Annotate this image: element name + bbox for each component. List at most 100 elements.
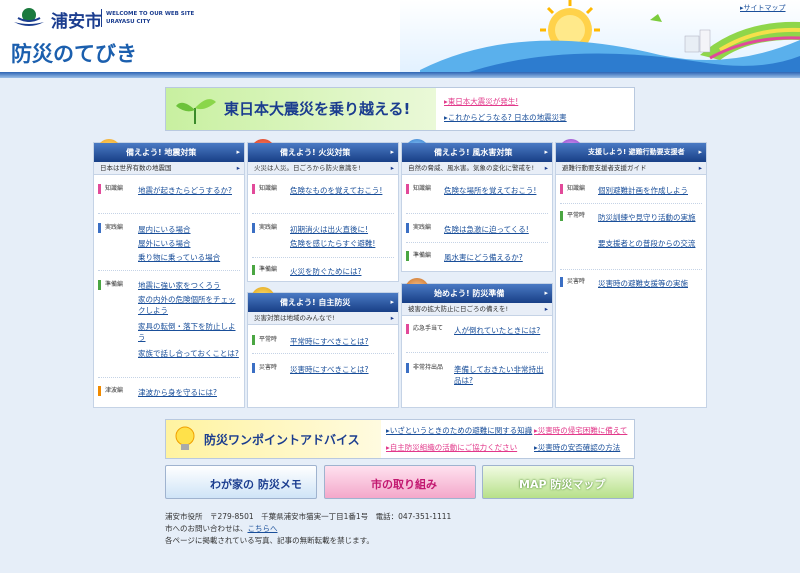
disaster-map-button[interactable]: MAP 防災マップ	[482, 465, 634, 499]
divider	[406, 242, 548, 243]
tag-practice: 実践編	[98, 223, 123, 233]
link-strong-house[interactable]: 地震に強い家をつくろう	[138, 280, 242, 291]
column-heading[interactable]: 備えよう! 自主防災	[248, 293, 398, 312]
link-community-cooperation[interactable]: ▸自主防災組織の活動にご協力ください	[386, 442, 517, 453]
link-vehicle[interactable]: 乗り物に乗っている場合	[138, 252, 220, 263]
link-furniture[interactable]: 家具の転倒・落下を防止しよう	[138, 321, 242, 343]
column-community-disaster-prevention: 備えよう! 自主防災 災害対策は地域のみんなで! 平常時 平常時にすべきことは?…	[247, 287, 399, 408]
column-subtitle[interactable]: 避難行動要支援者支援ガイド	[556, 162, 706, 175]
column-heading[interactable]: 始めよう! 防災準備	[402, 284, 552, 303]
map-label: MAP 防災マップ	[519, 478, 606, 491]
link-disaster-time[interactable]: 災害時にすべきことは?	[290, 364, 369, 375]
footer-address: 浦安市役所 〒279-8501 千葉県浦安市猫実一丁目1番1号 電話：047-3…	[165, 512, 452, 521]
divider	[406, 352, 548, 353]
memo-label: わが家の 防災メモ	[210, 478, 302, 491]
page-title: 防災のてびき	[11, 42, 137, 66]
column-heading[interactable]: 備えよう! 風水害対策	[402, 143, 552, 162]
column-disaster-preparation: 始めよう! 防災準備 被害の拡大防止に日ごろの備えを! 応急手当て 人が倒れてい…	[401, 278, 553, 408]
one-point-advice-banner[interactable]: 防災ワンポイントアドバイス ▸いざというときのための避難に関する知識 ▸災害時の…	[165, 419, 635, 459]
column-subtitle[interactable]: 被害の拡大防止に日ごろの備えを!	[402, 303, 552, 316]
great-east-japan-earthquake-banner[interactable]: 東日本大震災を乗り越える! ▸東日本大震災が発生! ▸これからどうなる? 日本の…	[165, 87, 635, 131]
banner-top-left: 東日本大震災を乗り越える!	[166, 88, 436, 130]
link-evacuation-knowledge[interactable]: ▸いざというときのための避難に関する知識	[386, 425, 532, 436]
column-heading[interactable]: 支援しよう! 避難行動要支援者	[556, 143, 706, 162]
tag-disaster-time: 災害時	[560, 277, 585, 287]
link-outdoors[interactable]: 屋外にいる場合	[138, 238, 191, 249]
disaster-memo-button[interactable]: わが家の 防災メモ	[165, 465, 317, 499]
divider	[252, 213, 394, 214]
divider	[560, 203, 702, 204]
divider	[98, 213, 240, 214]
footer-contact: 市へのお問い合わせは、こちらへ	[165, 524, 278, 533]
earthquake-occurred-link[interactable]: ▸東日本大震災が発生!	[444, 96, 518, 107]
tag-emergency-supplies: 非常持出品	[406, 363, 443, 373]
tag-normal-time: 平常時	[252, 335, 277, 345]
link-earthquake-what-to-do[interactable]: 地震が起きたらどうするか?	[138, 185, 242, 196]
city-logo-icon[interactable]	[12, 6, 46, 28]
contact-link[interactable]: こちらへ	[248, 524, 278, 533]
tag-first-aid: 応急手当て	[406, 324, 443, 334]
link-check-danger[interactable]: 家の内外の危険個所をチェックしよう	[138, 294, 242, 316]
link-emergency-supplies[interactable]: 準備しておきたい非常持出品は?	[454, 364, 550, 386]
tag-preparation: 準備編	[98, 280, 123, 290]
tag-knowledge: 知識編	[560, 184, 585, 194]
divider	[98, 377, 240, 378]
link-daily-interaction[interactable]: 要支援者との普段からの交流	[598, 238, 704, 249]
banner-mid-left: 防災ワンポイントアドバイス	[166, 420, 381, 458]
divider	[406, 213, 548, 214]
city-name[interactable]: 浦安市	[51, 7, 102, 32]
site-header: 浦安市 WELCOME TO OUR WEB SITE URAYASU CITY…	[0, 0, 800, 78]
link-storm-preparation[interactable]: 風水害にどう備えるか?	[444, 252, 523, 263]
link-normal-time[interactable]: 平常時にすべきことは?	[290, 336, 369, 347]
column-fire: 備えよう! 火災対策 火災は人災。日ごろから防火意識を! 知識編 危険なものを覚…	[247, 139, 399, 282]
advice-title: 防災ワンポイントアドバイス	[204, 433, 360, 447]
link-evacuate[interactable]: 危険を感じたらすぐ避難!	[290, 238, 375, 249]
tag-practice: 実践編	[406, 223, 431, 233]
divider	[252, 257, 394, 258]
welcome-text: WELCOME TO OUR WEB SITE URAYASU CITY	[106, 11, 195, 25]
city-initiatives-button[interactable]: 市の取り組み	[324, 465, 476, 499]
tag-preparation: 準備編	[406, 251, 431, 261]
link-dangerous-things[interactable]: 危険なものを覚えておこう!	[290, 185, 396, 196]
tag-preparation: 準備編	[252, 265, 277, 275]
link-individual-plan[interactable]: 個別避難計画を作成しよう	[598, 185, 704, 196]
link-dangerous-places[interactable]: 危険な場所を覚えておこう!	[444, 185, 550, 196]
tag-practice: 実践編	[252, 223, 277, 233]
link-stranded[interactable]: ▸災害時の帰宅困難に備えて	[534, 425, 627, 436]
column-subtitle[interactable]: 日本は世界有数の地震国	[94, 162, 244, 175]
link-danger-approaching[interactable]: 危険は急激に迫ってくる!	[444, 224, 529, 235]
link-initial-extinguish[interactable]: 初期消火は出火直後に!	[290, 224, 368, 235]
column-subtitle[interactable]: 火災は人災。日ごろから防火意識を!	[248, 162, 398, 175]
tag-knowledge: 知識編	[98, 184, 123, 194]
link-indoors[interactable]: 屋内にいる場合	[138, 224, 191, 235]
sitemap-link[interactable]: ▸サイトマップ	[740, 3, 786, 13]
link-drills-monitoring[interactable]: 防災訓練や見守り活動の実施	[598, 212, 704, 223]
link-person-collapsed[interactable]: 人が倒れていたときには?	[454, 325, 550, 336]
tag-knowledge: 知識編	[252, 184, 277, 194]
column-heading[interactable]: 備えよう! 火災対策	[248, 143, 398, 162]
divider	[560, 269, 702, 270]
link-evacuation-support[interactable]: 災害時の避難支援等の実施	[598, 278, 704, 289]
future-earthquake-link[interactable]: ▸これからどうなる? 日本の地震災害	[444, 112, 567, 123]
footer-copyright: 各ページに掲載されている写真、記事の無断転載を禁じます。	[165, 536, 374, 545]
sprout-icon	[176, 99, 216, 124]
link-family-talk[interactable]: 家族で話し合っておくことは?	[138, 348, 242, 359]
divider	[252, 353, 394, 354]
link-safety-confirmation[interactable]: ▸災害時の安否確認の方法	[534, 442, 620, 453]
tag-tsunami: 津波編	[98, 386, 123, 396]
tag-normal-time: 平常時	[560, 211, 585, 221]
lightbulb-icon	[175, 426, 195, 450]
tag-knowledge: 知識編	[406, 184, 431, 194]
link-tsunami[interactable]: 津波から身を守るには?	[138, 387, 242, 398]
link-prevent-fire[interactable]: 火災を防ぐためには?	[290, 266, 361, 277]
column-earthquake: 備えよう! 地震対策 日本は世界有数の地震国 知識編 地震が起きたらどうするか?…	[93, 139, 245, 408]
torikumi-label: 市の取り組み	[371, 478, 437, 491]
column-evacuation-support: 支援しよう! 避難行動要支援者 避難行動要支援者支援ガイド 知識編 個別避難計画…	[555, 139, 707, 408]
divider	[98, 270, 240, 271]
tag-disaster-time: 災害時	[252, 363, 277, 373]
column-subtitle[interactable]: 災害対策は地域のみんなで!	[248, 312, 398, 325]
column-storm-flood: 備えよう! 風水害対策 自然の脅威、風水害。気象の変化に警戒を! 知識編 危険な…	[401, 139, 553, 272]
banner-top-title: 東日本大震災を乗り越える!	[224, 100, 411, 118]
column-heading[interactable]: 備えよう! 地震対策	[94, 143, 244, 162]
column-subtitle[interactable]: 自然の脅威、風水害。気象の変化に警戒を!	[402, 162, 552, 175]
